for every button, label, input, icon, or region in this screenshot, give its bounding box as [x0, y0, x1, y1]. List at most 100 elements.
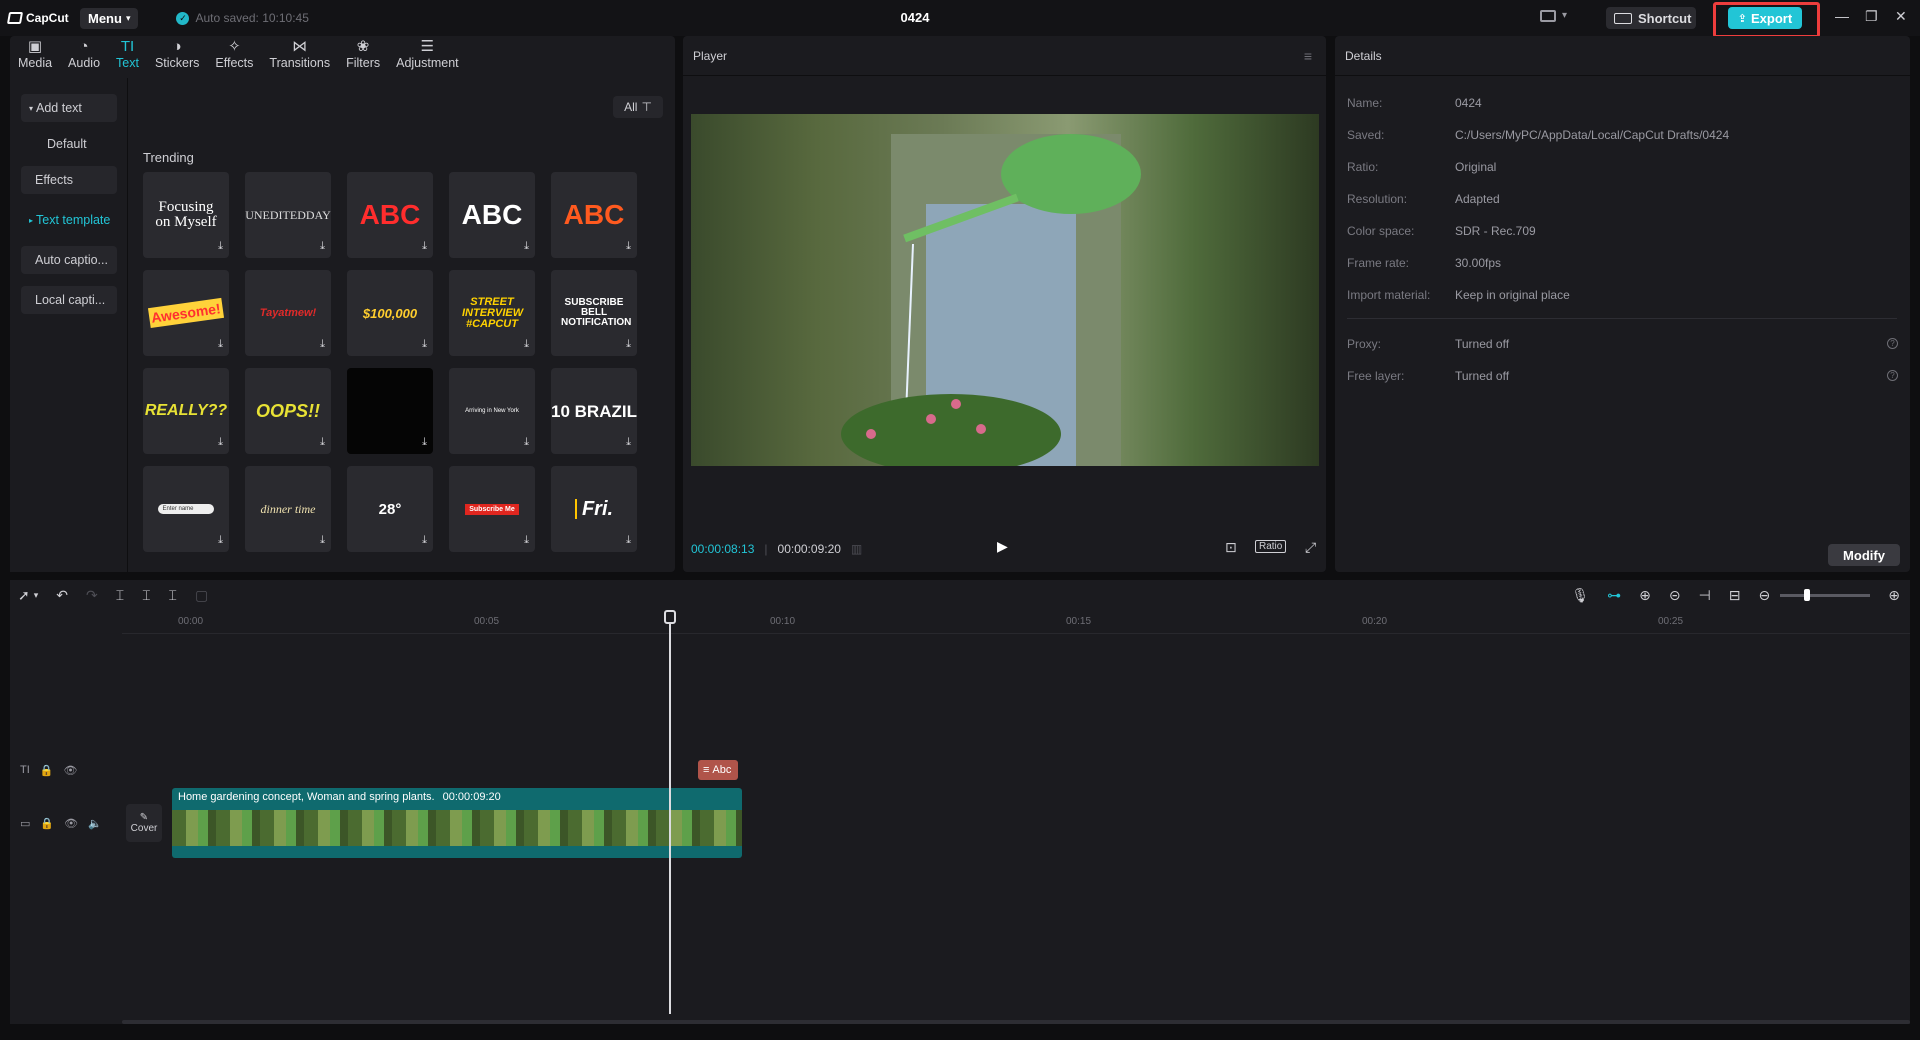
- tab-filters[interactable]: ❀ Filters: [338, 38, 388, 70]
- lock-icon[interactable]: 🔒: [40, 817, 54, 830]
- template-tile[interactable]: Enter name ⤓: [143, 466, 229, 552]
- snap-icon[interactable]: ⊣: [1699, 587, 1711, 604]
- template-tile[interactable]: ⤓: [347, 368, 433, 454]
- download-icon[interactable]: ⤓: [422, 338, 427, 351]
- zoom-out-icon[interactable]: ⊖: [1759, 587, 1771, 604]
- download-icon[interactable]: ⤓: [320, 240, 325, 253]
- chevron-down-icon[interactable]: ▾: [1562, 10, 1567, 21]
- template-tile[interactable]: Tayatmew! ⤓: [245, 270, 331, 356]
- restore-icon[interactable]: ❐: [1865, 8, 1878, 25]
- layout-icon[interactable]: [1540, 10, 1556, 22]
- template-tile[interactable]: SUBSCRIBE BELL NOTIFICATION ⤓: [551, 270, 637, 356]
- play-icon[interactable]: ▶: [997, 538, 1008, 555]
- menu-button[interactable]: Menu ▾: [80, 7, 139, 29]
- redo-icon[interactable]: ↷: [86, 587, 98, 604]
- tab-transitions[interactable]: ⋈ Transitions: [261, 38, 338, 70]
- template-tile[interactable]: OOPS!! ⤓: [245, 368, 331, 454]
- template-tile[interactable]: $100,000 ⤓: [347, 270, 433, 356]
- download-icon[interactable]: ⤓: [524, 240, 529, 253]
- download-icon[interactable]: ⤓: [422, 534, 427, 547]
- download-icon[interactable]: ⤓: [626, 534, 631, 547]
- playhead-handle[interactable]: [664, 610, 676, 624]
- sidebar-item-text-template[interactable]: ▸ Text template: [21, 206, 117, 234]
- microphone-icon[interactable]: 🎙: [1571, 587, 1589, 604]
- sidebar-item-add-text[interactable]: ▾ Add text: [21, 94, 117, 122]
- template-tile[interactable]: Arriving in New York ⤓: [449, 368, 535, 454]
- speaker-icon[interactable]: 🔈: [88, 817, 102, 830]
- help-icon[interactable]: ?: [1887, 338, 1898, 349]
- grid-icon[interactable]: ▥: [851, 542, 862, 556]
- screenshot-icon[interactable]: ⊡: [1225, 539, 1237, 556]
- minimize-icon[interactable]: —: [1835, 8, 1849, 24]
- sidebar-item-effects[interactable]: Effects: [21, 166, 117, 194]
- tab-adjustment[interactable]: ☰ Adjustment: [388, 38, 467, 70]
- template-tile[interactable]: ABC ⤓: [347, 172, 433, 258]
- undo-icon[interactable]: ↶: [56, 587, 68, 604]
- time-ruler[interactable]: 00:00 00:05 00:10 00:15 00:20 00:25: [122, 610, 1910, 634]
- sidebar-item-local-captions[interactable]: Local capti...: [21, 286, 117, 314]
- menu-icon[interactable]: ≡: [1304, 48, 1312, 64]
- text-clip[interactable]: ≡ Abc: [698, 760, 738, 780]
- eye-icon[interactable]: 👁: [64, 817, 78, 830]
- video-preview[interactable]: [691, 114, 1319, 466]
- video-clip[interactable]: Home gardening concept, Woman and spring…: [172, 788, 742, 858]
- tab-audio[interactable]: ◔ Audio: [60, 38, 108, 71]
- template-tile[interactable]: 28° ⤓: [347, 466, 433, 552]
- timeline-scrollbar[interactable]: [122, 1020, 1910, 1024]
- template-tile[interactable]: Awesome! ⤓: [143, 270, 229, 356]
- tab-effects[interactable]: ✧ Effects: [207, 38, 261, 70]
- delete-icon[interactable]: ▢: [195, 587, 208, 604]
- export-button[interactable]: ⇪ Export: [1728, 7, 1802, 29]
- download-icon[interactable]: ⤓: [218, 240, 223, 253]
- chain-icon[interactable]: ⊝: [1669, 587, 1681, 604]
- download-icon[interactable]: ⤓: [524, 338, 529, 351]
- magnet-icon[interactable]: ⊶: [1607, 587, 1621, 604]
- help-icon[interactable]: ?: [1887, 370, 1898, 381]
- filter-all-button[interactable]: All ⊤: [613, 96, 663, 118]
- close-icon[interactable]: ✕: [1895, 8, 1907, 25]
- tab-media[interactable]: ▣ Media: [10, 38, 60, 70]
- template-tile[interactable]: dinner time ⤓: [245, 466, 331, 552]
- split-right-icon[interactable]: ⌶: [169, 587, 177, 604]
- tab-text[interactable]: TI Text: [108, 38, 147, 71]
- zoom-in-icon[interactable]: ⊕: [1888, 587, 1900, 604]
- chevron-down-icon[interactable]: ▾: [34, 590, 39, 601]
- eye-icon[interactable]: 👁: [63, 764, 77, 777]
- sidebar-item-default[interactable]: Default: [21, 130, 117, 158]
- template-tile[interactable]: Focusing on Myself ⤓: [143, 172, 229, 258]
- playhead[interactable]: [669, 610, 671, 1014]
- ratio-button[interactable]: Ratio: [1255, 540, 1287, 553]
- split-left-icon[interactable]: ⌶: [142, 587, 150, 604]
- fullscreen-icon[interactable]: ⤢: [1305, 539, 1316, 556]
- download-icon[interactable]: ⤓: [320, 436, 325, 449]
- link-icon[interactable]: ⊕: [1639, 587, 1651, 604]
- preview-axis-icon[interactable]: ⊟: [1729, 587, 1741, 604]
- split-icon[interactable]: ⌶: [116, 587, 124, 604]
- download-icon[interactable]: ⤓: [626, 338, 631, 351]
- download-icon[interactable]: ⤓: [626, 436, 631, 449]
- download-icon[interactable]: ⤓: [524, 534, 529, 547]
- sidebar-item-auto-captions[interactable]: Auto captio...: [21, 246, 117, 274]
- download-icon[interactable]: ⤓: [320, 534, 325, 547]
- download-icon[interactable]: ⤓: [218, 534, 223, 547]
- template-tile[interactable]: Subscribe Me ⤓: [449, 466, 535, 552]
- template-tile[interactable]: STREET INTERVIEW #CAPCUT ⤓: [449, 270, 535, 356]
- template-tile[interactable]: UNEDITEDDAY ⤓: [245, 172, 331, 258]
- cover-button[interactable]: ✎ Cover: [126, 804, 162, 842]
- template-tile[interactable]: ABC ⤓: [449, 172, 535, 258]
- template-tile[interactable]: 10 BRAZIL ⤓: [551, 368, 637, 454]
- download-icon[interactable]: ⤓: [626, 240, 631, 253]
- download-icon[interactable]: ⤓: [422, 240, 427, 253]
- template-tile[interactable]: REALLY?? ⤓: [143, 368, 229, 454]
- modify-button[interactable]: Modify: [1828, 544, 1900, 566]
- download-icon[interactable]: ⤓: [218, 436, 223, 449]
- zoom-slider[interactable]: [1780, 588, 1871, 601]
- download-icon[interactable]: ⤓: [422, 436, 427, 449]
- template-tile[interactable]: Fri. ⤓: [551, 466, 637, 552]
- zoom-slider-handle[interactable]: [1804, 588, 1811, 601]
- lock-icon[interactable]: 🔒: [40, 764, 54, 777]
- download-icon[interactable]: ⤓: [320, 338, 325, 351]
- template-tile[interactable]: ABC ⤓: [551, 172, 637, 258]
- shortcut-button[interactable]: Shortcut: [1606, 7, 1696, 29]
- download-icon[interactable]: ⤓: [524, 436, 529, 449]
